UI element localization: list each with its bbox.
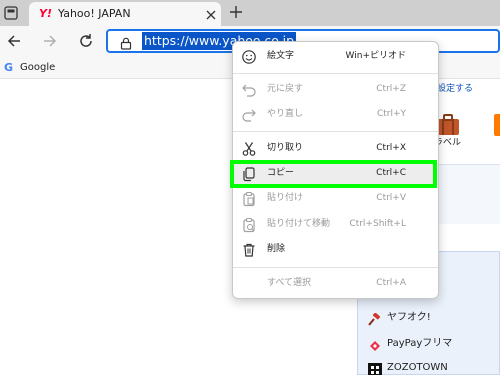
service-label: ヤフオク! [387,312,431,323]
emoji-icon [241,49,257,65]
tab-actions-icon[interactable] [3,5,19,21]
tab-yahoo[interactable]: Y! Yahoo! JAPAN [29,2,221,26]
side-panel [432,164,500,224]
suitcase-icon[interactable] [436,114,460,136]
menu-item-label: 切り取り [267,143,304,153]
delete-icon [241,242,257,258]
service-icon-partial[interactable] [494,114,500,136]
menu-item-shortcut: Win+ピリオド [345,51,406,61]
redo-icon [241,107,257,123]
paste-and-go-icon [241,217,257,233]
copy-icon [241,166,257,182]
menu-item-delete[interactable]: 削除 [233,239,438,261]
menu-item-label: 削除 [267,244,286,254]
google-icon: G [4,61,14,74]
undo-icon [241,82,257,98]
menu-item-shortcut: Ctrl+C [376,168,406,178]
close-tab-icon[interactable] [204,7,218,21]
menu-item-undo[interactable]: 元に戻す Ctrl+Z [233,79,438,101]
menu-separator [233,131,438,132]
tab-title: Yahoo! JAPAN [58,7,131,20]
menu-item-label: 貼り付けて移動 [267,219,331,229]
menu-separator [233,73,438,74]
menu-item-copy[interactable]: コピー Ctrl+C [233,163,438,185]
new-tab-icon[interactable] [228,4,244,20]
zozo-icon [368,362,382,375]
yahoo-favicon-icon: Y! [39,7,52,20]
lock-icon[interactable] [120,35,132,50]
menu-item-label: すべて選択 [267,278,312,288]
menu-item-cut[interactable]: 切り取り Ctrl+X [233,138,438,160]
menu-item-label: 貼り付け [267,193,304,203]
menu-item-paste-and-go[interactable]: 貼り付けて移動 Ctrl+Shift+L [233,214,438,236]
paste-icon [241,191,257,207]
bookmark-label: Google [20,62,56,73]
menu-item-shortcut: Ctrl+V [376,193,406,203]
menu-item-label: 絵文字 [267,51,295,61]
reload-icon[interactable] [76,31,96,51]
menu-item-label: 元に戻す [267,84,304,94]
tab-strip: Y! Yahoo! JAPAN [0,0,500,26]
forward-icon[interactable] [40,31,60,51]
menu-item-emoji[interactable]: 絵文字 Win+ピリオド [233,46,438,68]
menu-item-shortcut: Ctrl+Z [376,84,406,94]
paypay-flea-icon [368,338,382,352]
back-icon[interactable] [4,31,24,51]
menu-item-shortcut: Ctrl+Y [376,109,406,119]
menu-separator [233,267,438,268]
service-label: ZOZOTOWN [387,362,448,373]
context-menu: 絵文字 Win+ピリオド 元に戻す Ctrl+Z やり直し Ctrl+Y 切り取… [232,41,439,299]
menu-item-select-all[interactable]: すべて選択 Ctrl+A [233,273,438,295]
menu-item-shortcut: Ctrl+A [376,278,406,288]
cut-icon [241,141,257,157]
service-label: PayPayフリマ [387,338,453,349]
menu-item-label: やり直し [267,109,304,119]
auction-gavel-icon [368,312,382,326]
menu-item-shortcut: Ctrl+X [376,143,406,153]
menu-item-redo[interactable]: やり直し Ctrl+Y [233,104,438,126]
menu-item-shortcut: Ctrl+Shift+L [349,219,406,229]
menu-item-paste[interactable]: 貼り付け Ctrl+V [233,188,438,210]
menu-item-label: コピー [267,168,295,178]
